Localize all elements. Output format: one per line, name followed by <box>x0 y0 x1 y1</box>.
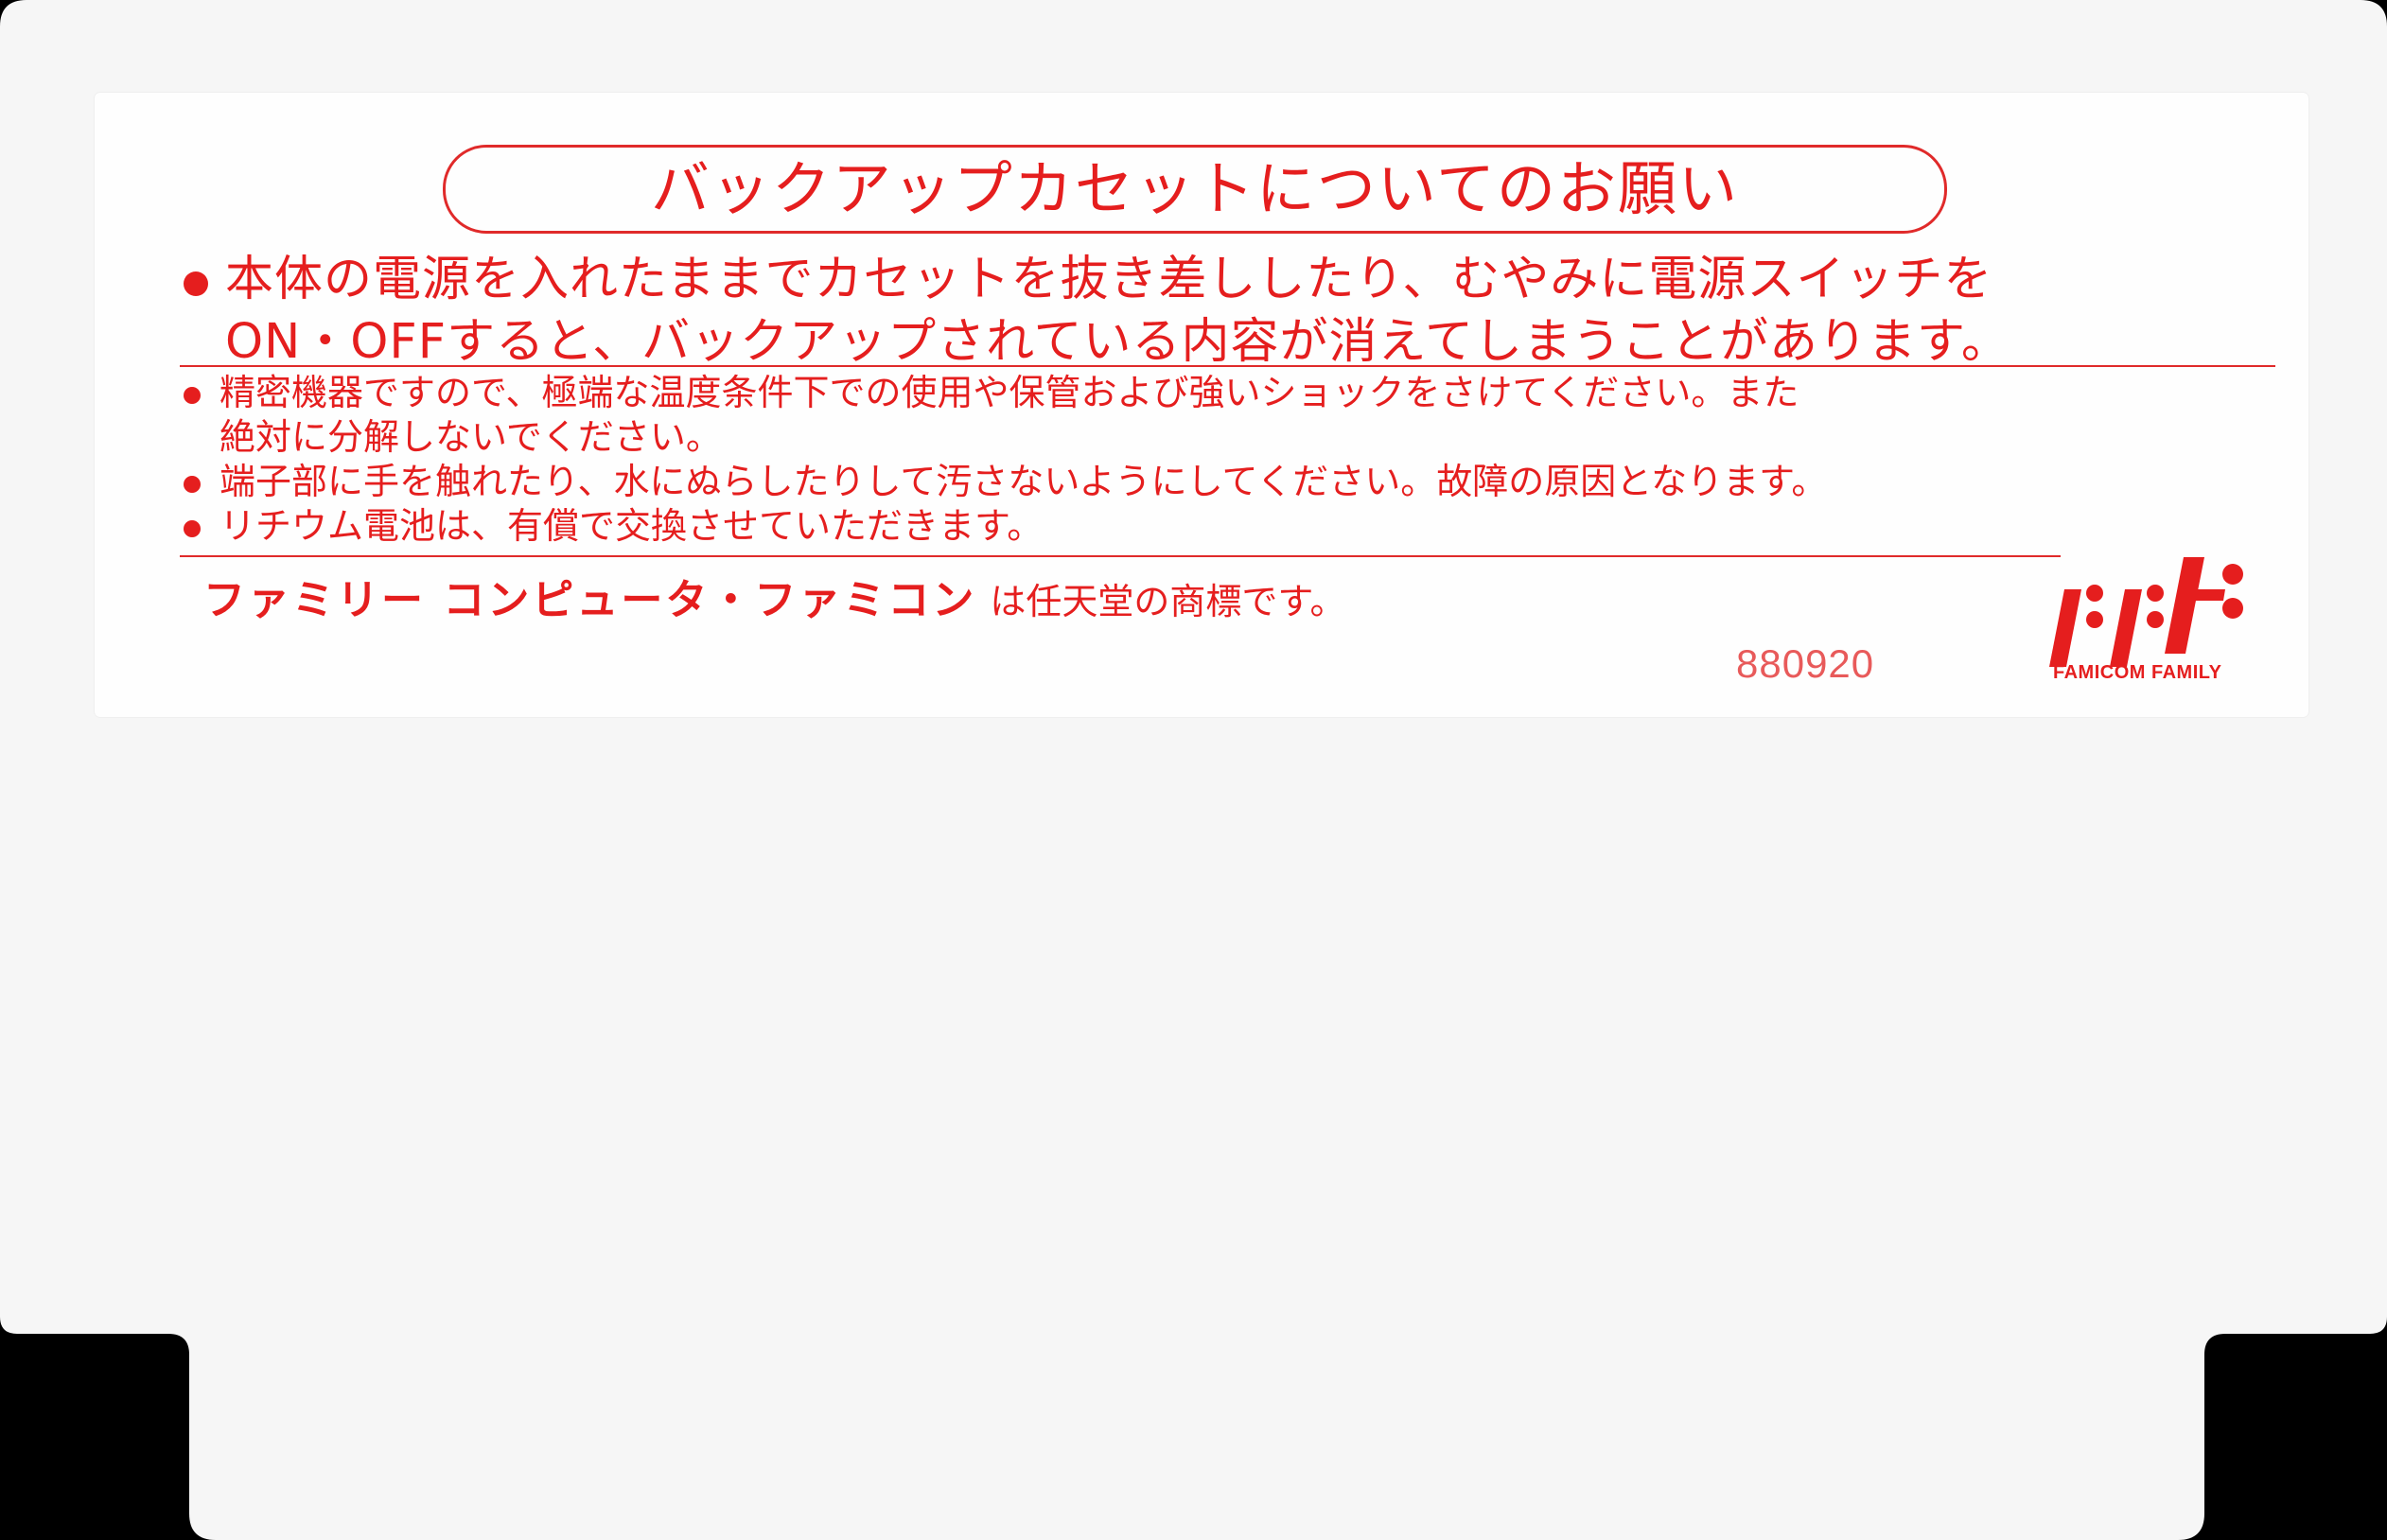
bullet-icon <box>184 271 208 296</box>
bullet-icon <box>184 387 201 404</box>
bullet-icon <box>184 476 201 493</box>
main-notice-line-1: 本体の電源を入れたままでカセットを抜き差ししたり、むやみに電源スイッチを <box>180 249 2318 311</box>
notes-list: 精密機器ですので、極端な温度条件下での使用や保管および強いショックをさけてくださ… <box>180 371 2318 549</box>
divider-bottom <box>180 555 2061 557</box>
product-code: 880920 <box>1736 641 1875 686</box>
label-title: バックアップカセットについてのお願い <box>443 145 1947 234</box>
main-notice: 本体の電源を入れたままでカセットを抜き差ししたり、むやみに電源スイッチを ON・… <box>180 249 2318 374</box>
bullet-icon <box>184 520 201 537</box>
trademark-notice: ファミリー コンピュータ・ファミコン は任天堂の商標です。 <box>203 566 1346 626</box>
cartridge-label: バックアップカセットについてのお願い 本体の電源を入れたままでカセットを抜き差し… <box>95 93 2308 717</box>
trademark-suffix: は任天堂の商標です。 <box>990 581 1346 622</box>
divider-top <box>180 365 2275 367</box>
note-1: 精密機器ですので、極端な温度条件下での使用や保管および強いショックをさけてくださ… <box>180 371 2318 415</box>
trademark-brand: ファミリー コンピュータ・ファミコン <box>203 576 977 624</box>
note-2: 端子部に手を触れたり、水にぬらしたりして汚さないようにしてください。故障の原因と… <box>180 460 2318 504</box>
note-1-continued: 絶対に分解しないでください。 <box>219 416 722 458</box>
cartridge: バックアップカセットについてのお願い 本体の電源を入れたままでカセットを抜き差し… <box>0 0 2387 1540</box>
note-3: リチウム電池は、有償で交換させていただきます。 <box>180 504 2318 549</box>
logo-caption: FAMICOM FAMILY <box>2053 662 2222 683</box>
